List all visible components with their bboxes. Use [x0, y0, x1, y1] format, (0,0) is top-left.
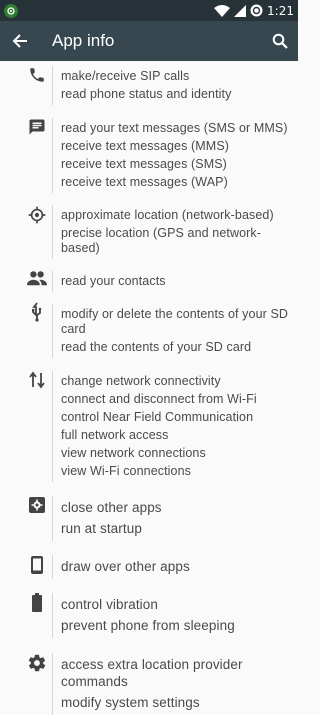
permission-item: make/receive SIP calls	[61, 69, 190, 83]
search-icon[interactable]	[272, 33, 288, 49]
phone-icon	[24, 66, 50, 92]
phone-device-icon	[24, 555, 50, 581]
permission-item: full network access	[61, 428, 169, 442]
permission-item: run at startup	[61, 521, 142, 536]
permission-group-network: change network connectivity connect and …	[0, 371, 298, 482]
permission-group-overlay: draw over other apps	[0, 555, 298, 579]
app-bar: App info	[0, 21, 298, 61]
permission-item: draw over other apps	[61, 559, 190, 574]
permission-item: modify system settings	[61, 695, 200, 710]
permission-item: read phone status and identity	[61, 87, 232, 101]
status-time: 1:21	[267, 3, 294, 18]
permission-item: view Wi-Fi connections	[61, 464, 192, 478]
permission-item: read the contents of your SD card	[61, 340, 252, 354]
permission-item: modify or delete the contents of your SD…	[61, 307, 289, 336]
permission-group-phone: make/receive SIP calls read phone status…	[0, 66, 298, 105]
back-arrow-icon[interactable]	[12, 33, 28, 49]
status-bar: 1:21	[0, 0, 298, 21]
permission-item: receive text messages (WAP)	[61, 175, 228, 189]
permissions-list: make/receive SIP calls read phone status…	[0, 66, 298, 715]
location-icon	[24, 205, 50, 231]
permission-item: view network connections	[61, 446, 206, 460]
wifi-icon	[214, 4, 231, 17]
settings-app-icon	[24, 496, 50, 522]
permission-item: close other apps	[61, 500, 162, 515]
signal-icon	[234, 4, 247, 17]
permission-group-location: approximate location (network-based) pre…	[0, 205, 298, 259]
battery-icon	[24, 593, 50, 619]
sync-icon	[250, 4, 263, 17]
permission-item: change network connectivity	[61, 374, 221, 388]
permission-item: control vibration	[61, 597, 158, 612]
permission-group-device: control vibration prevent phone from sle…	[0, 593, 298, 638]
gear-icon	[24, 653, 50, 679]
permission-group-storage: modify or delete the contents of your SD…	[0, 302, 298, 358]
network-arrows-icon	[24, 371, 50, 397]
notification-app-icon	[4, 3, 18, 18]
permission-item: precise location (GPS and network-based)	[61, 226, 262, 255]
permission-item: read your contacts	[61, 274, 166, 288]
permission-group-apps: close other apps run at startup	[0, 496, 298, 541]
permission-item: receive text messages (SMS)	[61, 157, 227, 171]
permission-group-contacts: read your contacts	[0, 271, 298, 292]
permission-item: approximate location (network-based)	[61, 208, 274, 222]
permission-item: access extra location provider commands	[61, 657, 243, 689]
permission-item: prevent phone from sleeping	[61, 618, 235, 633]
contacts-icon	[24, 269, 50, 295]
permission-group-sms: read your text messages (SMS or MMS) rec…	[0, 118, 298, 193]
permission-item: receive text messages (MMS)	[61, 139, 230, 153]
permission-item: connect and disconnect from Wi-Fi	[61, 392, 257, 406]
permission-item: control Near Field Communication	[61, 410, 254, 424]
message-icon	[24, 118, 50, 144]
page-title: App info	[52, 31, 115, 50]
usb-storage-icon	[24, 302, 50, 328]
permission-item: read your text messages (SMS or MMS)	[61, 121, 288, 135]
